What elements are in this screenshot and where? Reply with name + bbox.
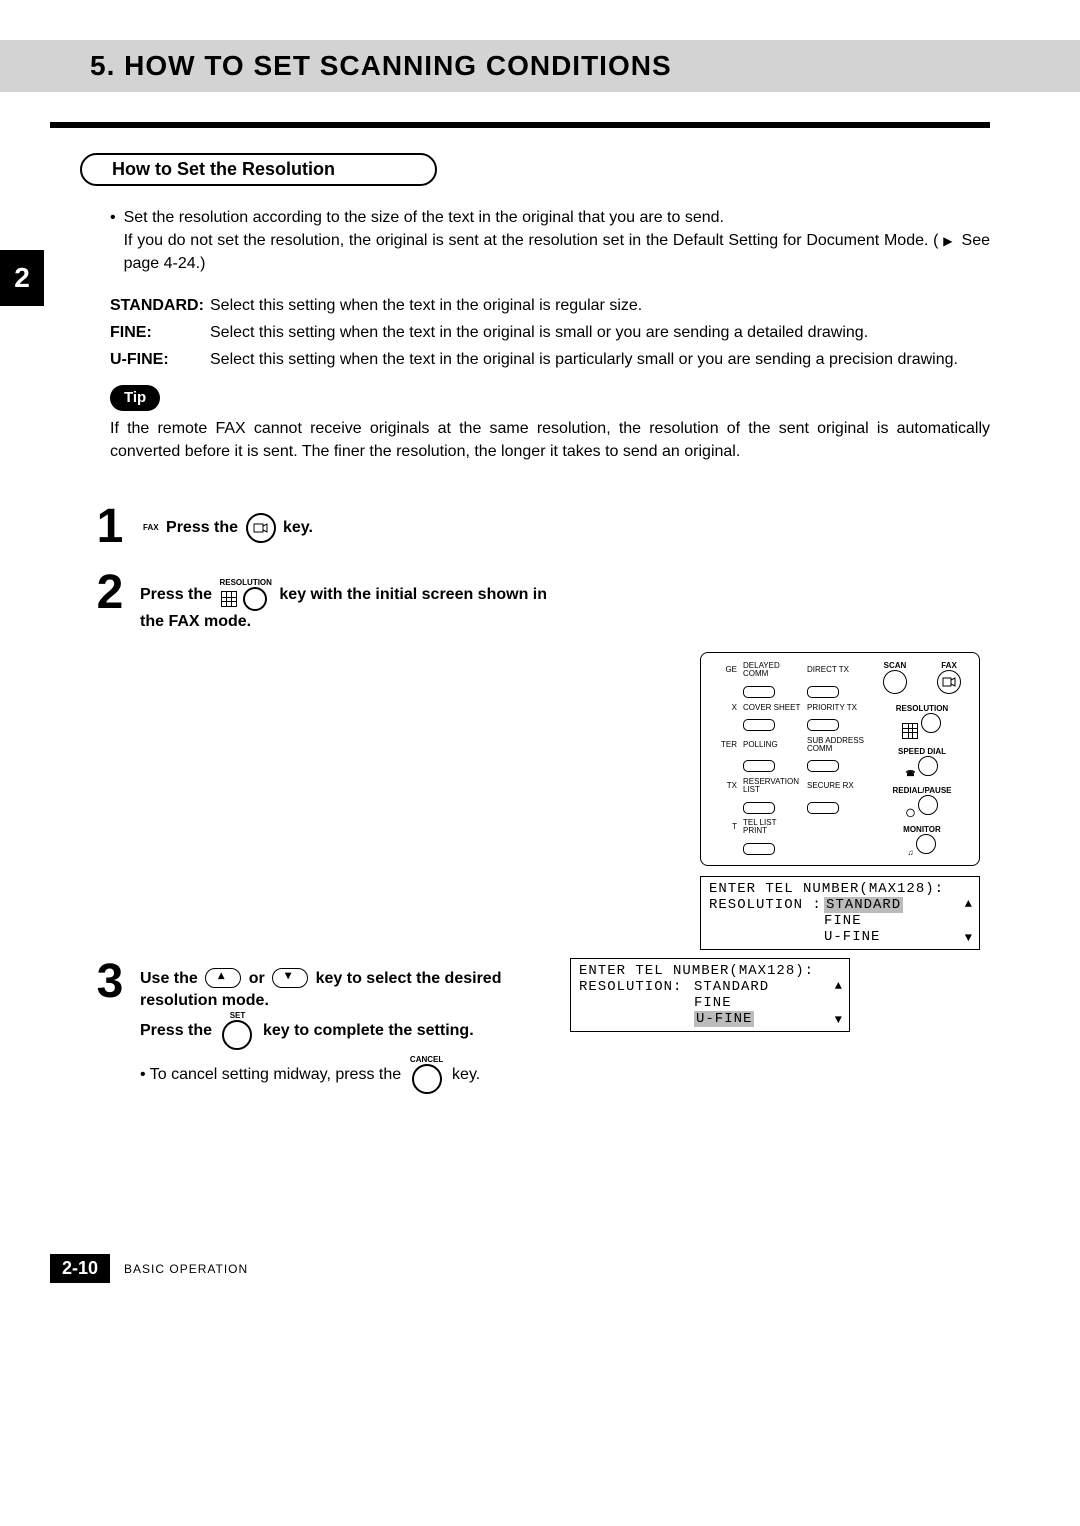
section-label: BASIC OPERATION [124, 1262, 248, 1276]
page-footer: 2-10 BASIC OPERATION [50, 1254, 990, 1283]
term-fine: FINE [110, 324, 146, 341]
def-fine: Select this setting when the text in the… [210, 321, 990, 344]
lcd-screen-2: ENTER TEL NUMBER(MAX128): RESOLUTION:STA… [570, 958, 850, 1032]
tip-label: Tip [110, 385, 160, 411]
lcd-line: ENTER TEL NUMBER(MAX128): [579, 963, 841, 979]
resolution-grid-icon [902, 723, 918, 739]
rule [50, 122, 990, 128]
fax-label: FAX [941, 661, 957, 670]
lcd-option: FINE [694, 995, 841, 1011]
scroll-up-icon: ▲ [835, 979, 843, 993]
redial-icon: ◯ [906, 808, 915, 817]
chapter-title: 5. HOW TO SET SCANNING CONDITIONS [90, 50, 1080, 82]
term-standard: STANDARD [110, 297, 199, 314]
intro-bullet: Set the resolution according to the size… [124, 209, 724, 226]
redial-label: REDIAL/PAUSE [893, 786, 952, 795]
set-key-icon [222, 1020, 252, 1050]
speed-dial-button [918, 756, 938, 776]
chapter-side-tab: 2 [0, 250, 44, 306]
lcd-line: ENTER TEL NUMBER(MAX128): [709, 881, 971, 897]
resolution-key-icon [243, 587, 267, 611]
step-3: 3 Use the or key to select the desired r… [90, 958, 990, 1095]
lcd-option: STANDARD [694, 979, 841, 995]
section-heading: How to Set the Resolution [80, 153, 437, 186]
resolution-key-label: RESOLUTION [219, 579, 271, 587]
lcd-option: FINE [824, 913, 971, 929]
term-ufine: U-FINE [110, 351, 163, 368]
redial-button [918, 795, 938, 815]
fax-button [937, 670, 961, 694]
scan-button [883, 670, 907, 694]
up-key-icon [205, 968, 241, 988]
step-number: 3 [90, 958, 130, 1006]
speed-dial-label: SPEED DIAL [898, 747, 946, 756]
lcd-option: U-FINE [824, 929, 971, 945]
resolution-button [921, 713, 941, 733]
scan-label: SCAN [884, 661, 907, 670]
cancel-key-label: CANCEL [409, 1056, 445, 1064]
cancel-key-icon [412, 1064, 442, 1094]
monitor-button [916, 834, 936, 854]
chapter-title-band: 5. HOW TO SET SCANNING CONDITIONS [0, 40, 1080, 92]
resolution-grid-icon [221, 591, 237, 607]
control-panel-diagram: GE DELAYED COMM DIRECT TX X COVER SHEET … [700, 652, 980, 866]
intro-line2: If you do not set the resolution, the or… [124, 232, 939, 249]
scroll-up-icon: ▲ [965, 897, 973, 911]
resolution-label: RESOLUTION [896, 704, 948, 713]
lcd-option-selected: STANDARD [824, 897, 903, 913]
fax-key-label: FAX [143, 524, 159, 532]
monitor-icon: ♫ [907, 848, 913, 857]
step3-sub: • To cancel setting midway, press the CA… [140, 1056, 550, 1094]
monitor-label: MONITOR [903, 825, 941, 834]
scroll-down-icon: ▼ [965, 931, 973, 945]
step-1: 1 FAX Press the key. [90, 503, 990, 551]
lcd-screen-1: ENTER TEL NUMBER(MAX128): RESOLUTION :ST… [700, 876, 980, 950]
step-number: 1 [90, 503, 130, 551]
set-key-label: SET [219, 1012, 255, 1020]
speed-dial-icon: ☎ [906, 769, 916, 778]
panel-button [743, 686, 775, 698]
tip-text: If the remote FAX cannot receive origina… [110, 417, 990, 463]
scroll-down-icon: ▼ [835, 1013, 843, 1027]
down-key-icon [272, 968, 308, 988]
step-2: 2 Press the RESOLUTION key with the init… [90, 569, 990, 633]
intro-block: • Set the resolution according to the si… [110, 206, 990, 463]
lcd-option-selected: U-FINE [694, 1011, 754, 1027]
def-ufine: Select this setting when the text in the… [210, 348, 990, 371]
step-number: 2 [90, 569, 130, 617]
def-standard: Select this setting when the text in the… [210, 294, 990, 317]
bullet: • [110, 206, 116, 276]
fax-key-icon [246, 513, 276, 543]
page-number: 2-10 [50, 1254, 110, 1283]
